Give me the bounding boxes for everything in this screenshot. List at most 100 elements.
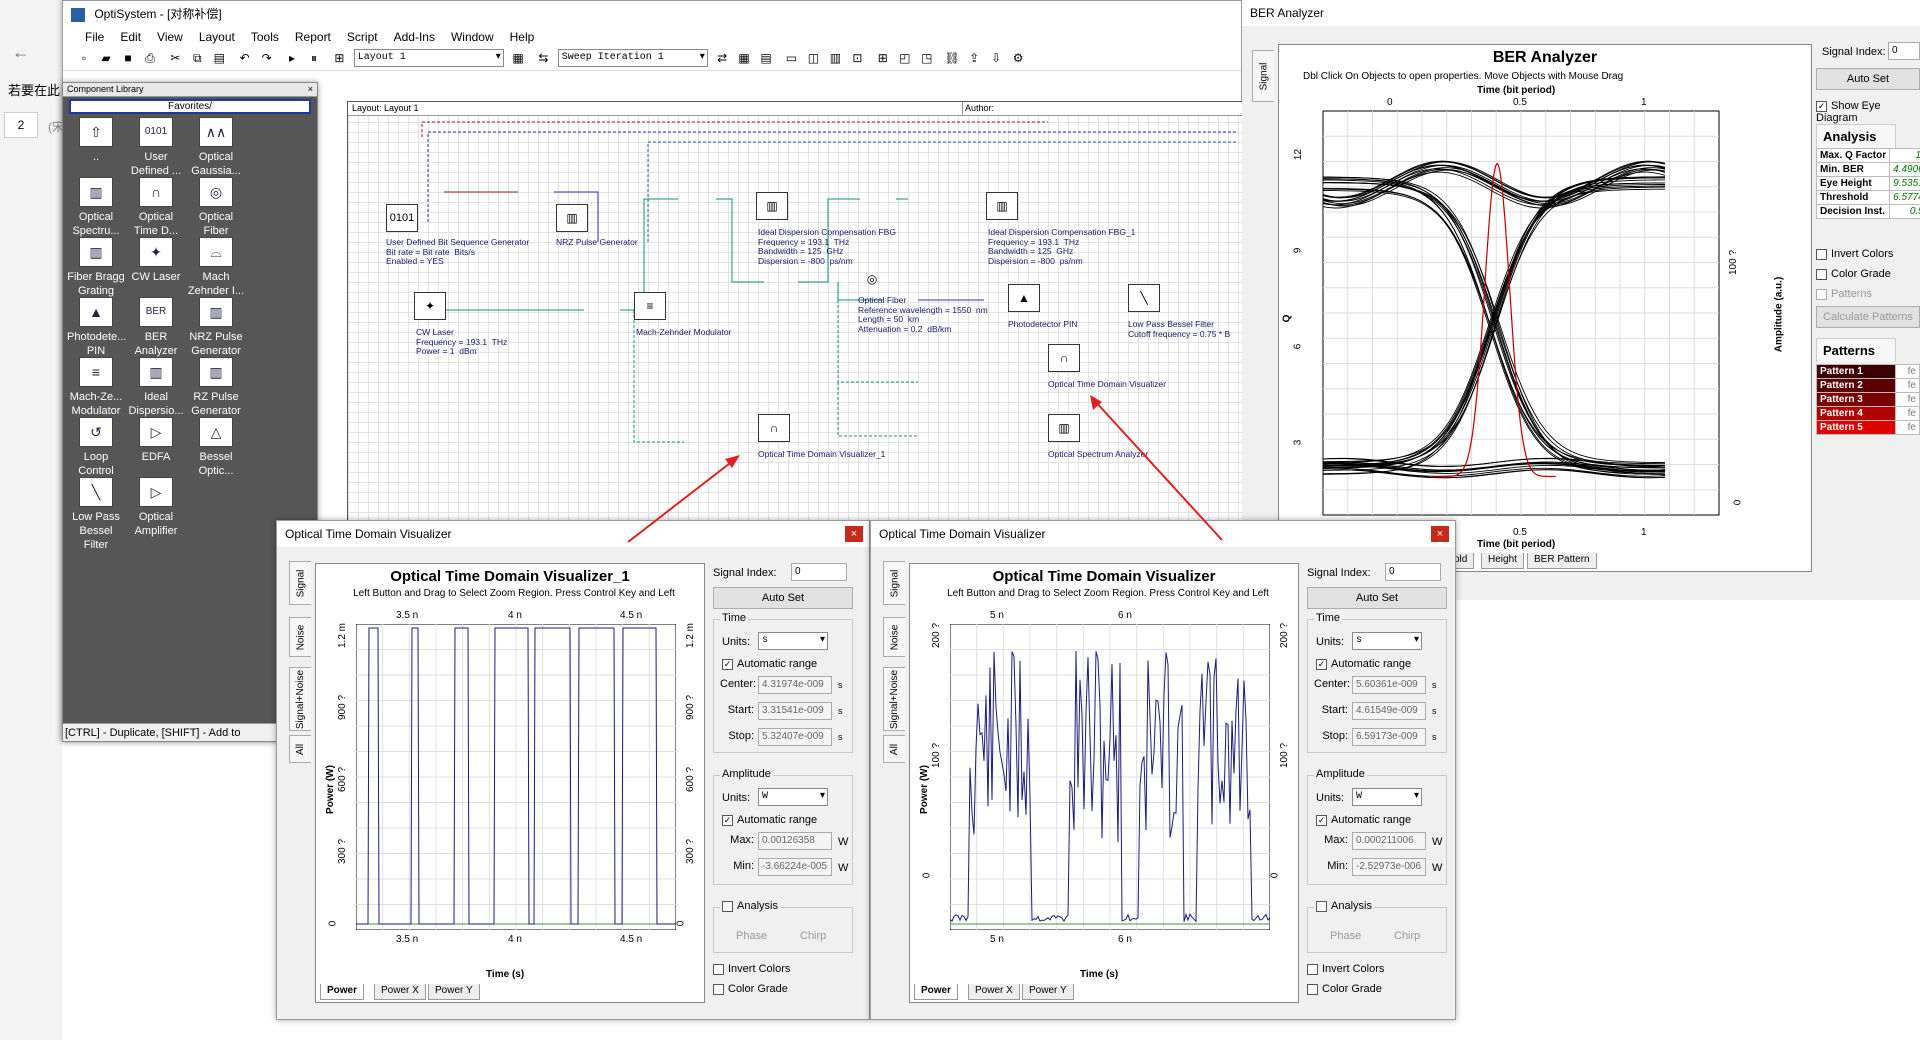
center-field[interactable]: 4.31974e-009 — [758, 676, 832, 694]
ber-tab-signal[interactable]: Signal — [1252, 50, 1274, 102]
bottom-tab[interactable]: Power Y — [428, 984, 480, 1000]
analysis-title[interactable]: Analysis — [1314, 900, 1374, 912]
auto-range-checkbox[interactable]: ✓ — [1316, 658, 1327, 670]
undo-icon[interactable]: ↶ — [235, 48, 255, 68]
bottom-tab[interactable]: Power — [914, 984, 959, 1000]
max-field[interactable]: 0.000211006 — [1352, 832, 1426, 850]
library-item[interactable]: BER BER Analyzer — [127, 297, 185, 358]
view-icon[interactable]: ▭ — [781, 48, 801, 68]
otdv1-block[interactable]: ∩ — [758, 414, 790, 442]
side-tab-all[interactable]: All — [883, 735, 905, 763]
pattern-row[interactable]: Pattern 5 fe — [1816, 420, 1920, 435]
center-field[interactable]: 5.60361e-009 — [1352, 676, 1426, 694]
library-tab[interactable]: Favorites/ — [69, 99, 311, 114]
sweep-icon[interactable]: ⇆ — [533, 48, 553, 68]
library-item[interactable]: ▥ Ideal Dispersio... — [127, 357, 185, 418]
fbg-block[interactable]: ▥ — [756, 192, 788, 220]
grid-icon[interactable]: ▦ — [734, 48, 754, 68]
ber-calc-patterns-button[interactable]: Calculate Patterns — [1816, 306, 1920, 328]
new-icon[interactable]: ▫ — [74, 48, 94, 68]
paste-icon[interactable]: ▤ — [209, 48, 229, 68]
photodetector-block[interactable]: ▲ — [1008, 284, 1040, 312]
bottom-tab[interactable]: Power — [320, 984, 365, 1000]
library-item[interactable]: 0101 User Defined ... — [127, 117, 185, 178]
ber-tab-pattern[interactable]: BER Pattern — [1527, 553, 1597, 569]
signal-index-input[interactable]: 0 — [1385, 563, 1441, 581]
close-button[interactable]: × — [1431, 526, 1449, 542]
tile-icon[interactable]: ⊞ — [873, 48, 893, 68]
panels-icon[interactable]: ▥ — [825, 48, 845, 68]
power-trace-plot[interactable] — [356, 624, 676, 930]
pattern-row[interactable]: Pattern 4 fe — [1816, 406, 1920, 421]
side-tab-signal[interactable]: Signal — [883, 561, 905, 605]
phase-radio[interactable]: Phase — [736, 930, 767, 942]
start-field[interactable]: 3.31541e-009 — [758, 702, 832, 720]
run-icon[interactable]: ▸ — [282, 48, 302, 68]
eye-diagram[interactable] — [1311, 101, 1731, 525]
amp-auto-range-checkbox[interactable]: ✓ — [722, 814, 733, 826]
close-button[interactable]: × — [845, 526, 863, 542]
analysis-checkbox[interactable] — [1316, 900, 1327, 912]
auto-range-row[interactable]: ✓ Automatic range — [722, 658, 817, 670]
amp-units-select[interactable]: W — [758, 788, 828, 806]
time-units-select[interactable]: s — [1352, 632, 1422, 650]
show-eye-checkbox[interactable]: ✓ — [1816, 100, 1827, 112]
menu-window[interactable]: Window — [443, 27, 502, 47]
library-item[interactable]: ▷ EDFA — [127, 417, 185, 464]
menu-help[interactable]: Help — [502, 27, 543, 47]
side-tab-noise[interactable]: Noise — [883, 617, 905, 657]
ber-tab-height[interactable]: Height — [1481, 553, 1524, 569]
auto-set-button[interactable]: Auto Set — [713, 587, 853, 609]
amp-units-select[interactable]: W — [1352, 788, 1422, 806]
sweep-combo[interactable]: Sweep Iteration 1 — [557, 49, 708, 67]
bottom-tab[interactable]: Power Y — [1022, 984, 1074, 1000]
stop-field[interactable]: 5.32407e-009 — [758, 728, 832, 746]
menu-script[interactable]: Script — [339, 27, 386, 47]
library-item[interactable]: ⇧.. — [67, 117, 125, 164]
side-tab-signal-noise[interactable]: Signal+Noise — [883, 667, 905, 731]
library-item[interactable]: ≡ Mach-Ze... Modulator — [67, 357, 125, 418]
color-grade-row[interactable]: Color Grade — [713, 983, 788, 995]
zoom-icon[interactable]: ⊡ — [847, 48, 867, 68]
auto-set-button[interactable]: Auto Set — [1307, 587, 1447, 609]
library-item[interactable]: ▥ Optical Spectru... — [67, 177, 125, 238]
fbg1-block[interactable]: ▥ — [986, 192, 1018, 220]
redo-icon[interactable]: ↷ — [257, 48, 277, 68]
bessel-filter-block[interactable]: ╲ — [1128, 284, 1160, 312]
osa-block[interactable]: ▥ — [1048, 414, 1080, 442]
library-item[interactable]: ✦ CW Laser — [127, 237, 185, 284]
color-grade-checkbox[interactable] — [1307, 983, 1318, 995]
menu-add-ins[interactable]: Add-Ins — [386, 27, 443, 47]
chirp-radio[interactable]: Chirp — [1394, 930, 1420, 942]
layout-combo[interactable]: Layout 1 — [353, 49, 504, 67]
ber-auto-set-button[interactable]: Auto Set — [1816, 68, 1920, 90]
library-item[interactable]: ▥ NRZ Pulse Generator — [187, 297, 245, 358]
fiber-block[interactable]: ◎ — [856, 266, 888, 294]
split-icon[interactable]: ◫ — [803, 48, 823, 68]
menu-tools[interactable]: Tools — [243, 27, 287, 47]
library-item[interactable]: ▥ Fiber Bragg Grating — [67, 237, 125, 298]
chirp-radio[interactable]: Chirp — [800, 930, 826, 942]
ber-show-eye[interactable]: ✓ Show Eye Diagram — [1816, 100, 1920, 124]
side-tab-signal[interactable]: Signal — [289, 561, 311, 605]
layout-options-icon[interactable]: ▦ — [508, 48, 528, 68]
side-tab-noise[interactable]: Noise — [289, 617, 311, 657]
library-item[interactable]: ▷ Optical Amplifier — [127, 477, 185, 538]
library-item[interactable]: ↺ Loop Control — [67, 417, 125, 478]
library-item[interactable]: △ Bessel Optic... — [187, 417, 245, 478]
export-icon[interactable]: ⇪ — [964, 48, 984, 68]
modulator-block[interactable]: ≡ — [634, 292, 666, 320]
cut-icon[interactable]: ✂ — [165, 48, 185, 68]
bottom-tab[interactable]: Power X — [374, 984, 426, 1000]
library-item[interactable]: ▲ Photodete... PIN — [67, 297, 126, 358]
library-item[interactable]: ⌓ Mach Zehnder I... — [187, 237, 245, 298]
library-item[interactable]: ∧∧ Optical Gaussia... — [187, 117, 245, 178]
cascade-icon[interactable]: ◰ — [895, 48, 915, 68]
max-field[interactable]: 0.00126358 — [758, 832, 832, 850]
ber-patterns-checkbox-label[interactable]: Patterns — [1816, 288, 1872, 300]
menu-edit[interactable]: Edit — [112, 27, 149, 47]
otdv-block[interactable]: ∩ — [1048, 344, 1080, 372]
signal-index-input[interactable]: 0 — [791, 563, 847, 581]
analysis-title[interactable]: Analysis — [720, 900, 780, 912]
amp-auto-range-row[interactable]: ✓ Automatic range — [722, 814, 817, 826]
